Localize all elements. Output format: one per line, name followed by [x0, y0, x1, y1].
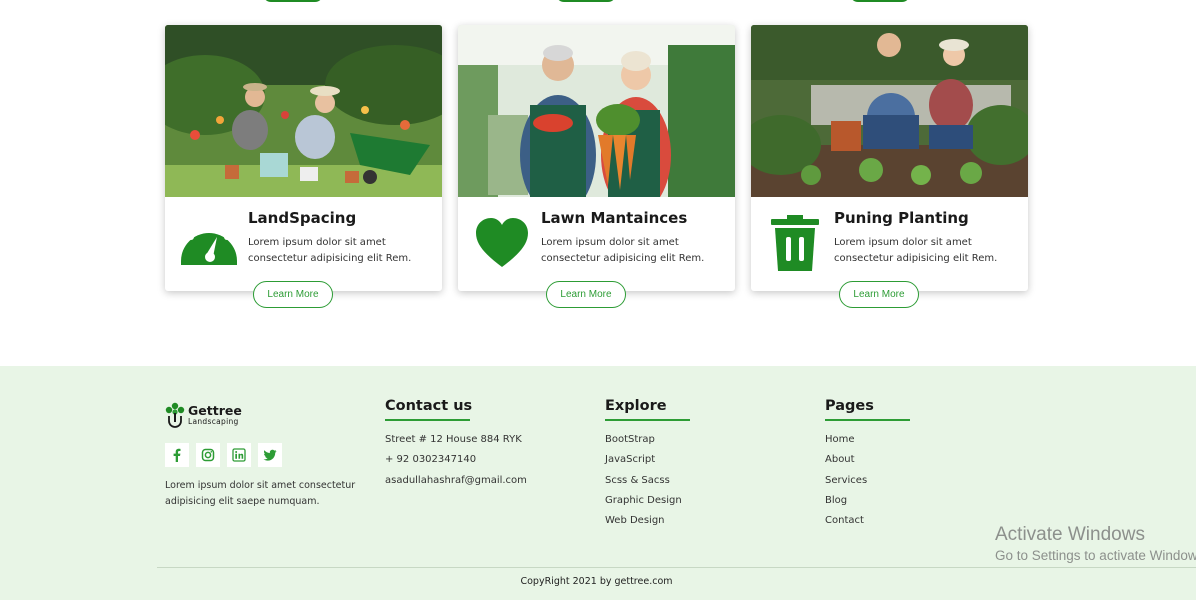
- couple-gardening-photo: [165, 25, 442, 197]
- speedometer-icon: [179, 213, 239, 273]
- activate-windows-watermark: Activate Windows Go to Settings to activ…: [995, 524, 1196, 563]
- previous-section-button-edge: [850, 0, 910, 2]
- card-description: Lorem ipsum dolor sit amet consectetur a…: [541, 237, 705, 264]
- card-title: Lawn Mantainces: [541, 209, 688, 227]
- previous-section-button-edge: [556, 0, 616, 2]
- service-card-landscaping: LandSpacing Lorem ipsum dolor sit amet c…: [165, 25, 442, 308]
- social-links: [165, 443, 282, 467]
- couple-vegetables-photo: [458, 25, 735, 197]
- explore-link-scss[interactable]: Scss & Sacss: [605, 474, 690, 494]
- pages-link-services[interactable]: Services: [825, 474, 910, 494]
- learn-more-button[interactable]: Learn More: [546, 281, 626, 308]
- instagram-icon[interactable]: [196, 443, 220, 467]
- brand-tagline: Landscaping: [188, 417, 239, 426]
- heading-underline: [385, 419, 470, 421]
- explore-link-graphic-design[interactable]: Graphic Design: [605, 494, 690, 514]
- explore-link-bootstrap[interactable]: BootStrap: [605, 433, 690, 453]
- contact-phone: + 92 0302347140: [385, 454, 477, 466]
- card-description: Lorem ipsum dolor sit amet consectetur a…: [248, 237, 412, 264]
- card-title: Puning Planting: [834, 209, 969, 227]
- card-description: Lorem ipsum dolor sit amet consectetur a…: [834, 237, 998, 264]
- pages-link-contact[interactable]: Contact: [825, 514, 910, 534]
- footer-about-text: Lorem ipsum dolor sit amet consectetur a…: [165, 480, 356, 507]
- pages-link-blog[interactable]: Blog: [825, 494, 910, 514]
- footer-explore-column: Explore BootStrap JavaScript Scss & Sacs…: [605, 398, 690, 534]
- pages-heading: Pages: [825, 398, 874, 414]
- watermark-title: Activate Windows: [995, 524, 1145, 545]
- service-card-pruning-planting: Puning Planting Lorem ipsum dolor sit am…: [751, 25, 1028, 308]
- facebook-icon[interactable]: [165, 443, 189, 467]
- footer-contact-column: Contact us Street # 12 House 884 RYK + 9…: [385, 398, 527, 494]
- previous-section-button-edge: [263, 0, 323, 2]
- heart-icon: [472, 213, 532, 273]
- contact-heading: Contact us: [385, 398, 473, 414]
- footer-divider: [157, 567, 1196, 568]
- footer-pages-column: Pages Home About Services Blog Contact: [825, 398, 910, 534]
- learn-more-button[interactable]: Learn More: [253, 281, 333, 308]
- linkedin-icon[interactable]: [227, 443, 251, 467]
- contact-email[interactable]: asadullahashraf@gmail.com: [385, 474, 527, 494]
- explore-link-javascript[interactable]: JavaScript: [605, 453, 690, 473]
- couple-planting-photo: [751, 25, 1028, 197]
- pages-link-about[interactable]: About: [825, 453, 910, 473]
- brand-name: Gettree: [188, 402, 242, 418]
- card-title: LandSpacing: [248, 209, 357, 227]
- site-footer: Gettree Landscaping Lorem ipsum dolor si…: [0, 366, 1196, 600]
- learn-more-button[interactable]: Learn More: [839, 281, 919, 308]
- contact-address: Street # 12 House 884 RYK: [385, 434, 522, 445]
- trash-icon: [765, 213, 825, 273]
- brand-logo[interactable]: Gettree Landscaping: [165, 402, 242, 428]
- service-card-lawn-maintenance: Lawn Mantainces Lorem ipsum dolor sit am…: [458, 25, 735, 308]
- copyright-text: CopyRight 2021 by gettree.com: [520, 576, 673, 587]
- explore-heading: Explore: [605, 398, 667, 414]
- watermark-subtitle: Go to Settings to activate Windows.: [995, 548, 1196, 563]
- pages-link-home[interactable]: Home: [825, 433, 910, 453]
- twitter-icon[interactable]: [258, 443, 282, 467]
- heading-underline: [605, 419, 690, 421]
- explore-link-web-design[interactable]: Web Design: [605, 514, 690, 534]
- tree-logo-icon: [165, 402, 185, 428]
- heading-underline: [825, 419, 910, 421]
